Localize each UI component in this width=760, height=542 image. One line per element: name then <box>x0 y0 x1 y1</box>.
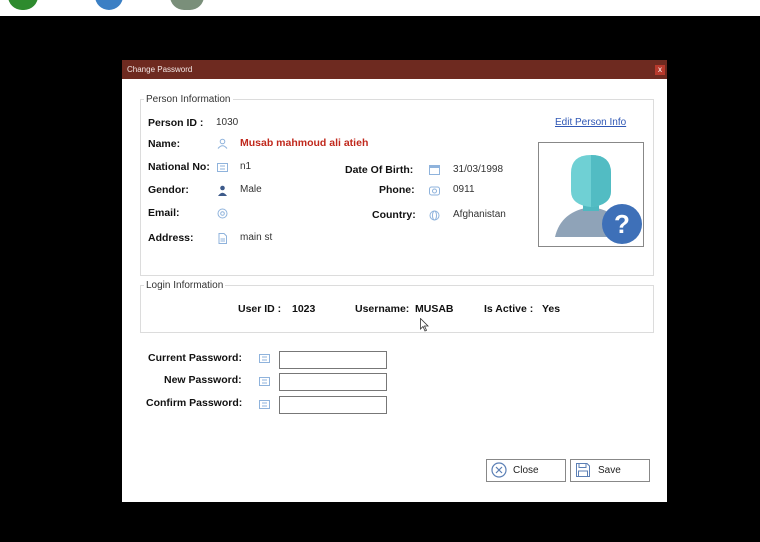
gender-label: Gendor: <box>148 184 189 196</box>
user-icon <box>217 138 228 149</box>
confirm-password-input[interactable] <box>279 396 387 414</box>
is-active-label: Is Active : <box>484 303 534 315</box>
document-icon <box>218 233 227 244</box>
country-label: Country: <box>372 209 416 221</box>
date-of-birth-value: 31/03/1998 <box>453 164 504 175</box>
email-label: Email: <box>148 207 180 219</box>
person-info-legend: Person Information <box>144 94 233 105</box>
gender-value: Male <box>240 184 262 195</box>
close-button-label: Close <box>513 465 539 476</box>
phone-icon <box>429 186 440 196</box>
national-no-value: n1 <box>240 161 252 172</box>
globe-icon <box>429 210 440 221</box>
taskbar-strip <box>0 0 760 16</box>
person-id-value: 1030 <box>216 117 239 128</box>
app-icon[interactable] <box>95 0 123 10</box>
svg-text:?: ? <box>614 209 630 239</box>
unknown-person-avatar-icon: ? <box>555 155 642 244</box>
edit-person-info-link[interactable]: Edit Person Info <box>555 117 626 128</box>
save-button[interactable]: Save <box>570 459 650 482</box>
address-label: Address: <box>148 232 194 244</box>
name-value: Musab mahmoud ali atieh <box>240 137 369 149</box>
national-no-label: National No: <box>148 161 210 173</box>
close-button[interactable]: Close <box>486 459 566 482</box>
change-password-dialog: Change Password x Person Information Edi… <box>122 60 667 502</box>
mouse-cursor-icon <box>420 318 429 332</box>
address-value: main st <box>240 232 273 243</box>
person-id-label: Person ID : <box>148 117 204 129</box>
app-icon[interactable] <box>8 0 38 10</box>
person-icon <box>218 185 227 196</box>
password-field-icon <box>259 354 270 363</box>
current-password-input[interactable] <box>279 351 387 369</box>
new-password-label: New Password: <box>164 374 242 386</box>
id-card-icon <box>217 163 228 172</box>
username-label: Username: <box>355 303 410 315</box>
date-of-birth-label: Date Of Birth: <box>345 164 414 176</box>
save-disk-icon <box>576 463 590 477</box>
close-circle-icon <box>491 462 507 478</box>
username-value: MUSAB <box>415 303 454 315</box>
current-password-label: Current Password: <box>148 352 242 364</box>
login-info-legend: Login Information <box>144 280 226 291</box>
app-icon[interactable] <box>170 0 204 10</box>
user-id-value: 1023 <box>292 303 316 315</box>
email-at-icon <box>217 208 228 219</box>
name-label: Name: <box>148 138 181 150</box>
phone-value: 0911 <box>453 184 475 195</box>
new-password-input[interactable] <box>279 373 387 391</box>
save-button-label: Save <box>598 465 621 476</box>
person-photo: ? <box>538 142 644 247</box>
country-value: Afghanistan <box>453 209 506 220</box>
password-field-icon <box>259 377 270 386</box>
confirm-password-label: Confirm Password: <box>146 397 243 409</box>
user-id-label: User ID : <box>238 303 282 315</box>
close-window-button[interactable]: x <box>655 65 665 75</box>
window-title: Change Password <box>127 65 193 74</box>
calendar-icon <box>429 165 440 175</box>
is-active-value: Yes <box>542 303 561 315</box>
title-bar: Change Password x <box>122 60 667 79</box>
password-field-icon <box>259 400 270 409</box>
phone-label: Phone: <box>379 184 415 196</box>
